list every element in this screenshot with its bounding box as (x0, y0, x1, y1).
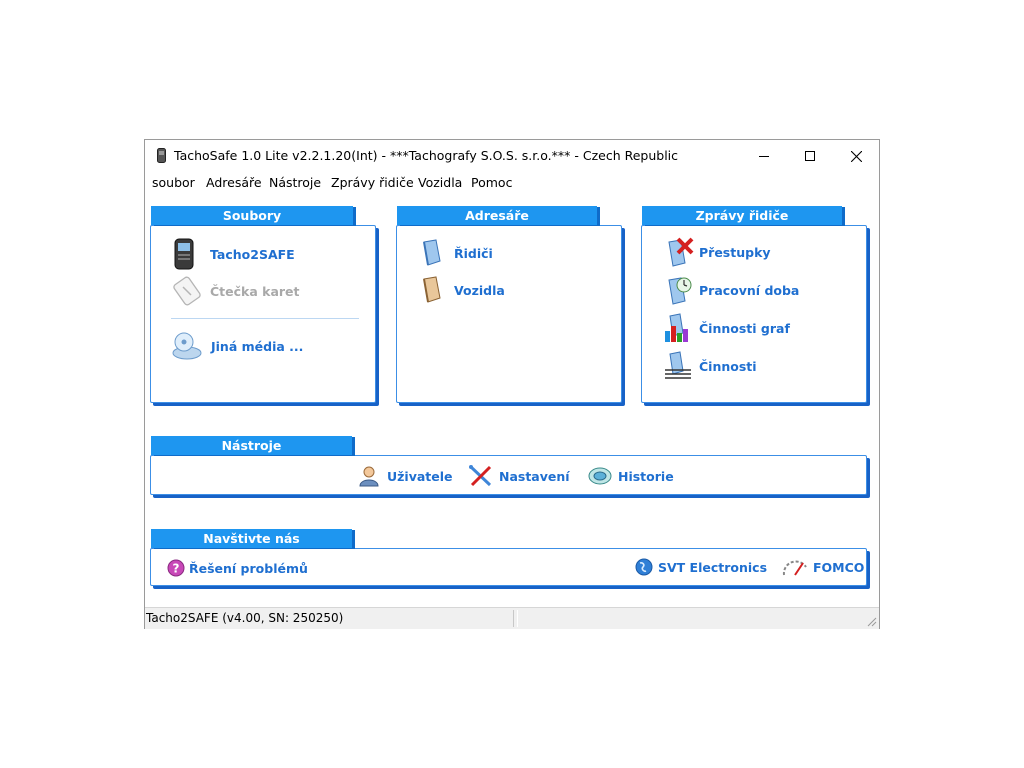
minimize-button[interactable] (741, 140, 787, 172)
vehicles-book-icon (423, 276, 441, 303)
tools-icon (469, 465, 492, 487)
tacho2safe-label: Tacho2SAFE (210, 246, 295, 262)
prestupky-link[interactable]: Přestupky (666, 237, 771, 267)
app-window: TachoSafe 1.0 Lite v2.2.1.20(Int) - ***T… (144, 139, 880, 629)
media-drive-icon (172, 332, 202, 360)
cinnosti-link[interactable]: Činnosti (664, 351, 757, 381)
minimize-icon (759, 156, 769, 157)
pracovni-doba-link[interactable]: Pracovní doba (666, 275, 799, 305)
tacho2safe-device-icon (174, 238, 194, 270)
reseni-problemu-link[interactable]: ? Řešení problémů (167, 559, 308, 577)
violations-icon (668, 237, 694, 267)
vozidla-label: Vozidla (454, 282, 505, 298)
window-title: TachoSafe 1.0 Lite v2.2.1.20(Int) - ***T… (174, 148, 679, 163)
status-pane-right (517, 610, 862, 627)
svg-text:?: ? (173, 562, 180, 576)
help-icon: ? (167, 559, 185, 577)
maximize-button[interactable] (787, 140, 833, 172)
uzivatele-label: Uživatele (387, 468, 453, 484)
ridici-link[interactable]: Řidiči (421, 239, 493, 267)
adresare-panel: Řidiči Vozidla (396, 225, 622, 403)
close-icon (850, 150, 862, 162)
zpravy-ridice-tab: Zprávy řidiče (642, 206, 842, 225)
adresare-tab: Adresáře (397, 206, 597, 225)
tacho2safe-link[interactable]: Tacho2SAFE (173, 238, 295, 270)
fomco-logo-icon (782, 560, 807, 576)
menu-pomoc[interactable]: Pomoc (471, 175, 512, 190)
pracovni-doba-label: Pracovní doba (699, 282, 800, 298)
working-time-icon (668, 277, 692, 305)
title-bar[interactable]: TachoSafe 1.0 Lite v2.2.1.20(Int) - ***T… (145, 140, 879, 172)
nastaveni-label: Nastavení (499, 468, 570, 484)
navstivte-nas-panel: ? Řešení problémů SVT Electronics FOMCO (150, 548, 867, 586)
divider (171, 318, 359, 319)
nastroje-tab: Nástroje (151, 436, 352, 455)
activity-list-icon (665, 351, 691, 379)
resize-grip-icon[interactable] (865, 615, 877, 627)
menu-soubor[interactable]: soubor (152, 175, 195, 190)
globe-icon (635, 558, 653, 576)
soubory-panel: Tacho2SAFE Čtečka karet Jiná média ... (150, 225, 376, 403)
nastroje-panel: Uživatele Nastavení Historie (150, 455, 867, 495)
vozidla-link[interactable]: Vozidla (421, 276, 505, 304)
prestupky-label: Přestupky (699, 244, 771, 260)
fomco-label: FOMCO (813, 559, 865, 575)
historie-link[interactable]: Historie (587, 465, 674, 487)
nastaveni-link[interactable]: Nastavení (468, 465, 570, 487)
svt-electronics-link[interactable]: SVT Electronics (635, 558, 767, 576)
maximize-icon (805, 151, 815, 161)
fomco-link[interactable]: FOMCO (782, 557, 864, 577)
zpravy-ridice-panel: Přestupky Pracovní doba Činnosti graf Či… (641, 225, 867, 403)
ctecka-karet-label: Čtečka karet (210, 283, 300, 299)
cinnosti-label: Činnosti (699, 358, 757, 374)
jina-media-label: Jiná média ... (211, 338, 304, 354)
ctecka-karet-link: Čtečka karet (173, 276, 300, 306)
soubory-tab: Soubory (151, 206, 353, 225)
cinnosti-graf-link[interactable]: Činnosti graf (664, 313, 790, 343)
history-icon (588, 467, 612, 485)
jina-media-link[interactable]: Jiná média ... (171, 331, 303, 361)
navstivte-nas-tab: Navštivte nás (151, 529, 352, 548)
menu-vozidla[interactable]: Vozidla (418, 175, 462, 190)
status-pane-left: Tacho2SAFE (v4.00, SN: 250250) (146, 610, 514, 627)
uzivatele-link[interactable]: Uživatele (358, 465, 453, 487)
reseni-problemu-label: Řešení problémů (189, 560, 308, 576)
menu-adresare[interactable]: Adresáře (206, 175, 262, 190)
cinnosti-graf-label: Činnosti graf (699, 320, 790, 336)
drivers-book-icon (423, 239, 441, 266)
svt-electronics-label: SVT Electronics (658, 559, 768, 575)
close-button[interactable] (833, 140, 879, 172)
user-icon (359, 466, 379, 487)
card-reader-icon (173, 276, 201, 306)
menu-zpravy-ridice[interactable]: Zprávy řidiče (331, 175, 414, 190)
historie-label: Historie (618, 468, 674, 484)
activity-chart-icon (665, 313, 688, 342)
app-icon (157, 148, 166, 163)
menu-nastroje[interactable]: Nástroje (269, 175, 321, 190)
menu-bar: soubor Adresáře Nástroje Zprávy řidiče V… (145, 173, 879, 193)
ridici-label: Řidiči (454, 245, 493, 261)
status-bar: Tacho2SAFE (v4.00, SN: 250250) (145, 607, 879, 629)
